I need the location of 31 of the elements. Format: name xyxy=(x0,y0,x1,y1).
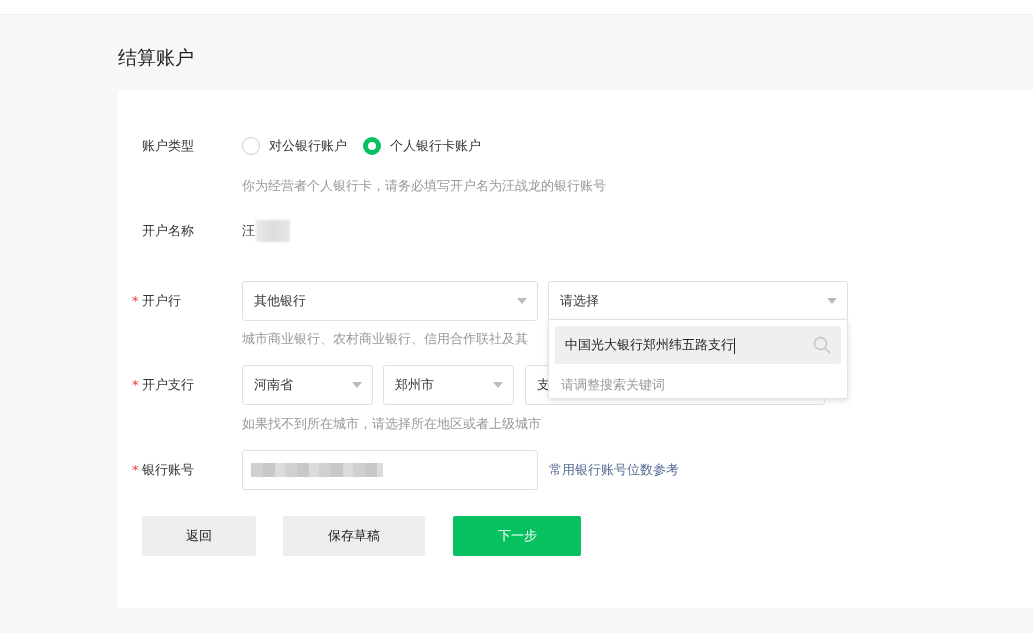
province-select[interactable]: 河南省 xyxy=(242,365,373,405)
reference-link[interactable]: 常用银行账号位数参考 xyxy=(549,450,679,490)
action-button[interactable]: 保存草稿 xyxy=(283,516,425,556)
radio-option[interactable]: 个人银行卡账户 xyxy=(363,137,481,155)
city-select[interactable]: 郑州市 xyxy=(383,365,514,405)
caret-icon xyxy=(352,382,362,388)
account-number-field[interactable] xyxy=(242,450,538,490)
caret-icon xyxy=(827,298,837,304)
hint-text: 城市商业银行、农村商业银行、信用合作联社及其 xyxy=(242,330,529,348)
required-mark: * xyxy=(132,376,139,394)
field-label: 账户类型 xyxy=(142,138,194,153)
field-label: 开户名称 xyxy=(142,223,194,238)
caret-icon xyxy=(517,298,527,304)
empty-message: 请调整搜索关键词 xyxy=(560,376,666,394)
page-title: 结算账户 xyxy=(118,45,195,70)
blurred-text xyxy=(256,220,290,242)
caret-icon xyxy=(493,382,503,388)
bank-name-select[interactable]: 请选择 xyxy=(548,281,848,321)
field-label: 开户支行 xyxy=(142,377,194,392)
field-label: 开户行 xyxy=(142,293,181,308)
required-mark: * xyxy=(132,461,139,479)
field-label: 银行账号 xyxy=(142,462,194,477)
hint-text: 你为经营者个人银行卡，请务必填写开户名为汪战龙的银行账号 xyxy=(242,177,607,195)
account-name: 汪 xyxy=(242,222,255,240)
bank-select[interactable]: 其他银行 xyxy=(242,281,538,321)
search-icon xyxy=(813,336,831,354)
required-mark: * xyxy=(132,292,139,310)
action-button[interactable]: 返回 xyxy=(142,516,256,556)
search-field[interactable]: 中国光大银行郑州纬五路支行 xyxy=(555,326,841,364)
hint-text: 如果找不到所在城市，请选择所在地区或者上级城市 xyxy=(242,415,542,433)
radio-option[interactable]: 对公银行账户 xyxy=(242,137,347,155)
